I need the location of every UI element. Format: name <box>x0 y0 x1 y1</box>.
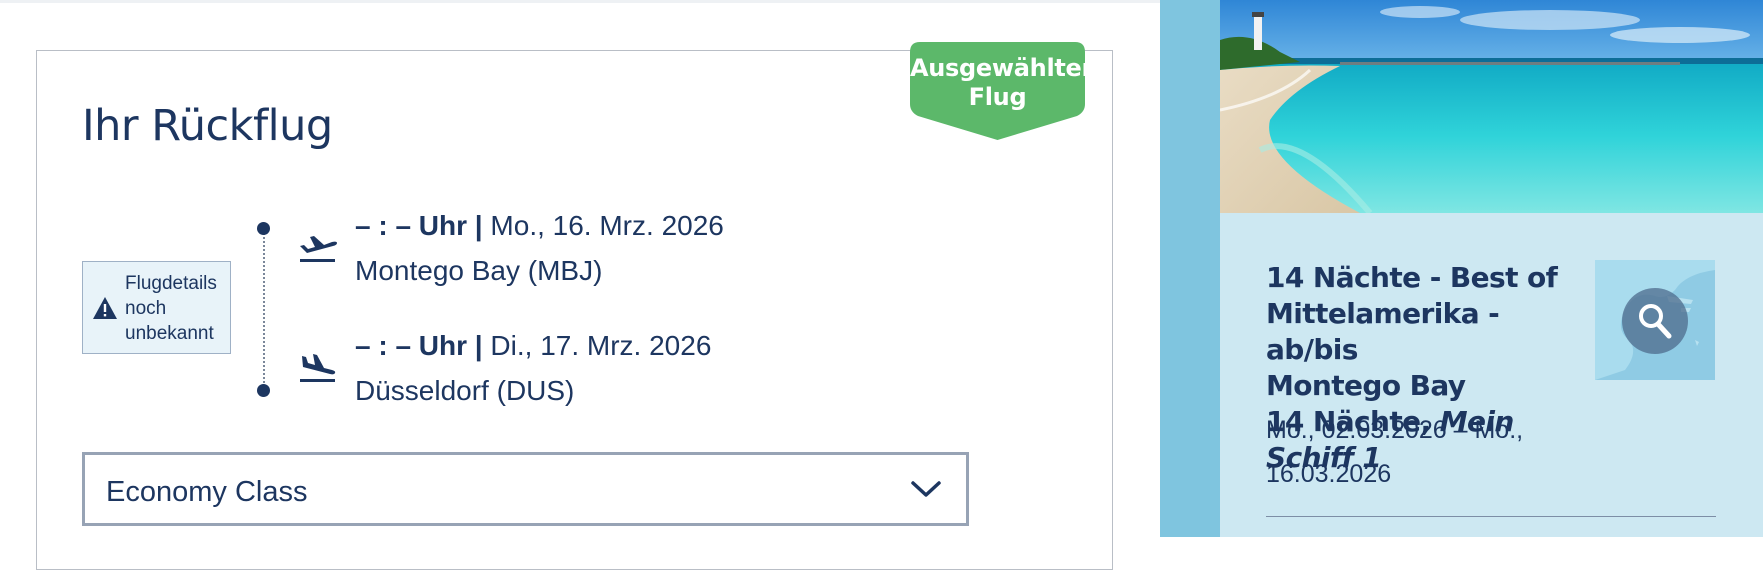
arrival-airport: Düsseldorf (DUS) <box>355 375 575 406</box>
departure-date: Mo., 16. Mrz. 2026 <box>490 210 724 241</box>
offer-dates: Mo., 02.03.2026 – Mo., 16.03.2026 <box>1266 408 1546 496</box>
search-icon <box>1639 304 1672 339</box>
badge-line-2: Flug <box>968 83 1027 111</box>
timeline-end-dot <box>257 384 270 397</box>
page-title: Ihr Rückflug <box>82 101 333 151</box>
arrival-date: Di., 17. Mrz. 2026 <box>490 330 712 361</box>
arrival-time: – : – Uhr | <box>355 330 483 361</box>
departure-airport: Montego Bay (MBJ) <box>355 255 603 286</box>
chevron-down-icon <box>910 478 942 505</box>
sidebar: 14 Nächte - Best of Mittelamerika - ab/b… <box>1160 0 1763 537</box>
offer-title-line-1: 14 Nächte - Best of <box>1266 261 1558 294</box>
flight-details-warning: Flugdetails noch unbekannt <box>82 261 231 354</box>
offer-panel: 14 Nächte - Best of Mittelamerika - ab/b… <box>1220 0 1763 537</box>
warning-text: Flugdetails noch unbekannt <box>125 273 217 344</box>
zoom-button[interactable] <box>1622 288 1688 354</box>
offer-dates-line-2: 16.03.2026 <box>1266 460 1392 488</box>
offer-title-line-2: Mittelamerika - ab/bis <box>1266 297 1500 366</box>
timeline-start-dot <box>257 222 270 235</box>
plane-takeoff-icon <box>298 232 338 269</box>
offer-title-line-3: Montego Bay <box>1266 369 1466 402</box>
plane-landing-icon <box>298 352 338 389</box>
badge-line-1: Ausgewählter <box>910 54 1094 82</box>
cabin-class-select[interactable]: Economy Class <box>82 452 969 526</box>
flight-timeline <box>263 229 265 391</box>
beach-image <box>1220 0 1763 213</box>
arrival-leg: – : – Uhr | Di., 17. Mrz. 2026 Düsseldor… <box>355 328 711 409</box>
top-border <box>0 0 1160 3</box>
offer-dates-line-1: Mo., 02.03.2026 – Mo., <box>1266 416 1524 444</box>
selected-flight-badge: Ausgewählter Flug <box>910 42 1093 142</box>
departure-leg: – : – Uhr | Mo., 16. Mrz. 2026 Montego B… <box>355 208 724 289</box>
departure-time: – : – Uhr | <box>355 210 483 241</box>
warning-icon <box>92 296 118 325</box>
route-map-thumbnail[interactable] <box>1595 260 1715 380</box>
cabin-class-value: Economy Class <box>106 476 308 508</box>
divider <box>1266 516 1716 517</box>
